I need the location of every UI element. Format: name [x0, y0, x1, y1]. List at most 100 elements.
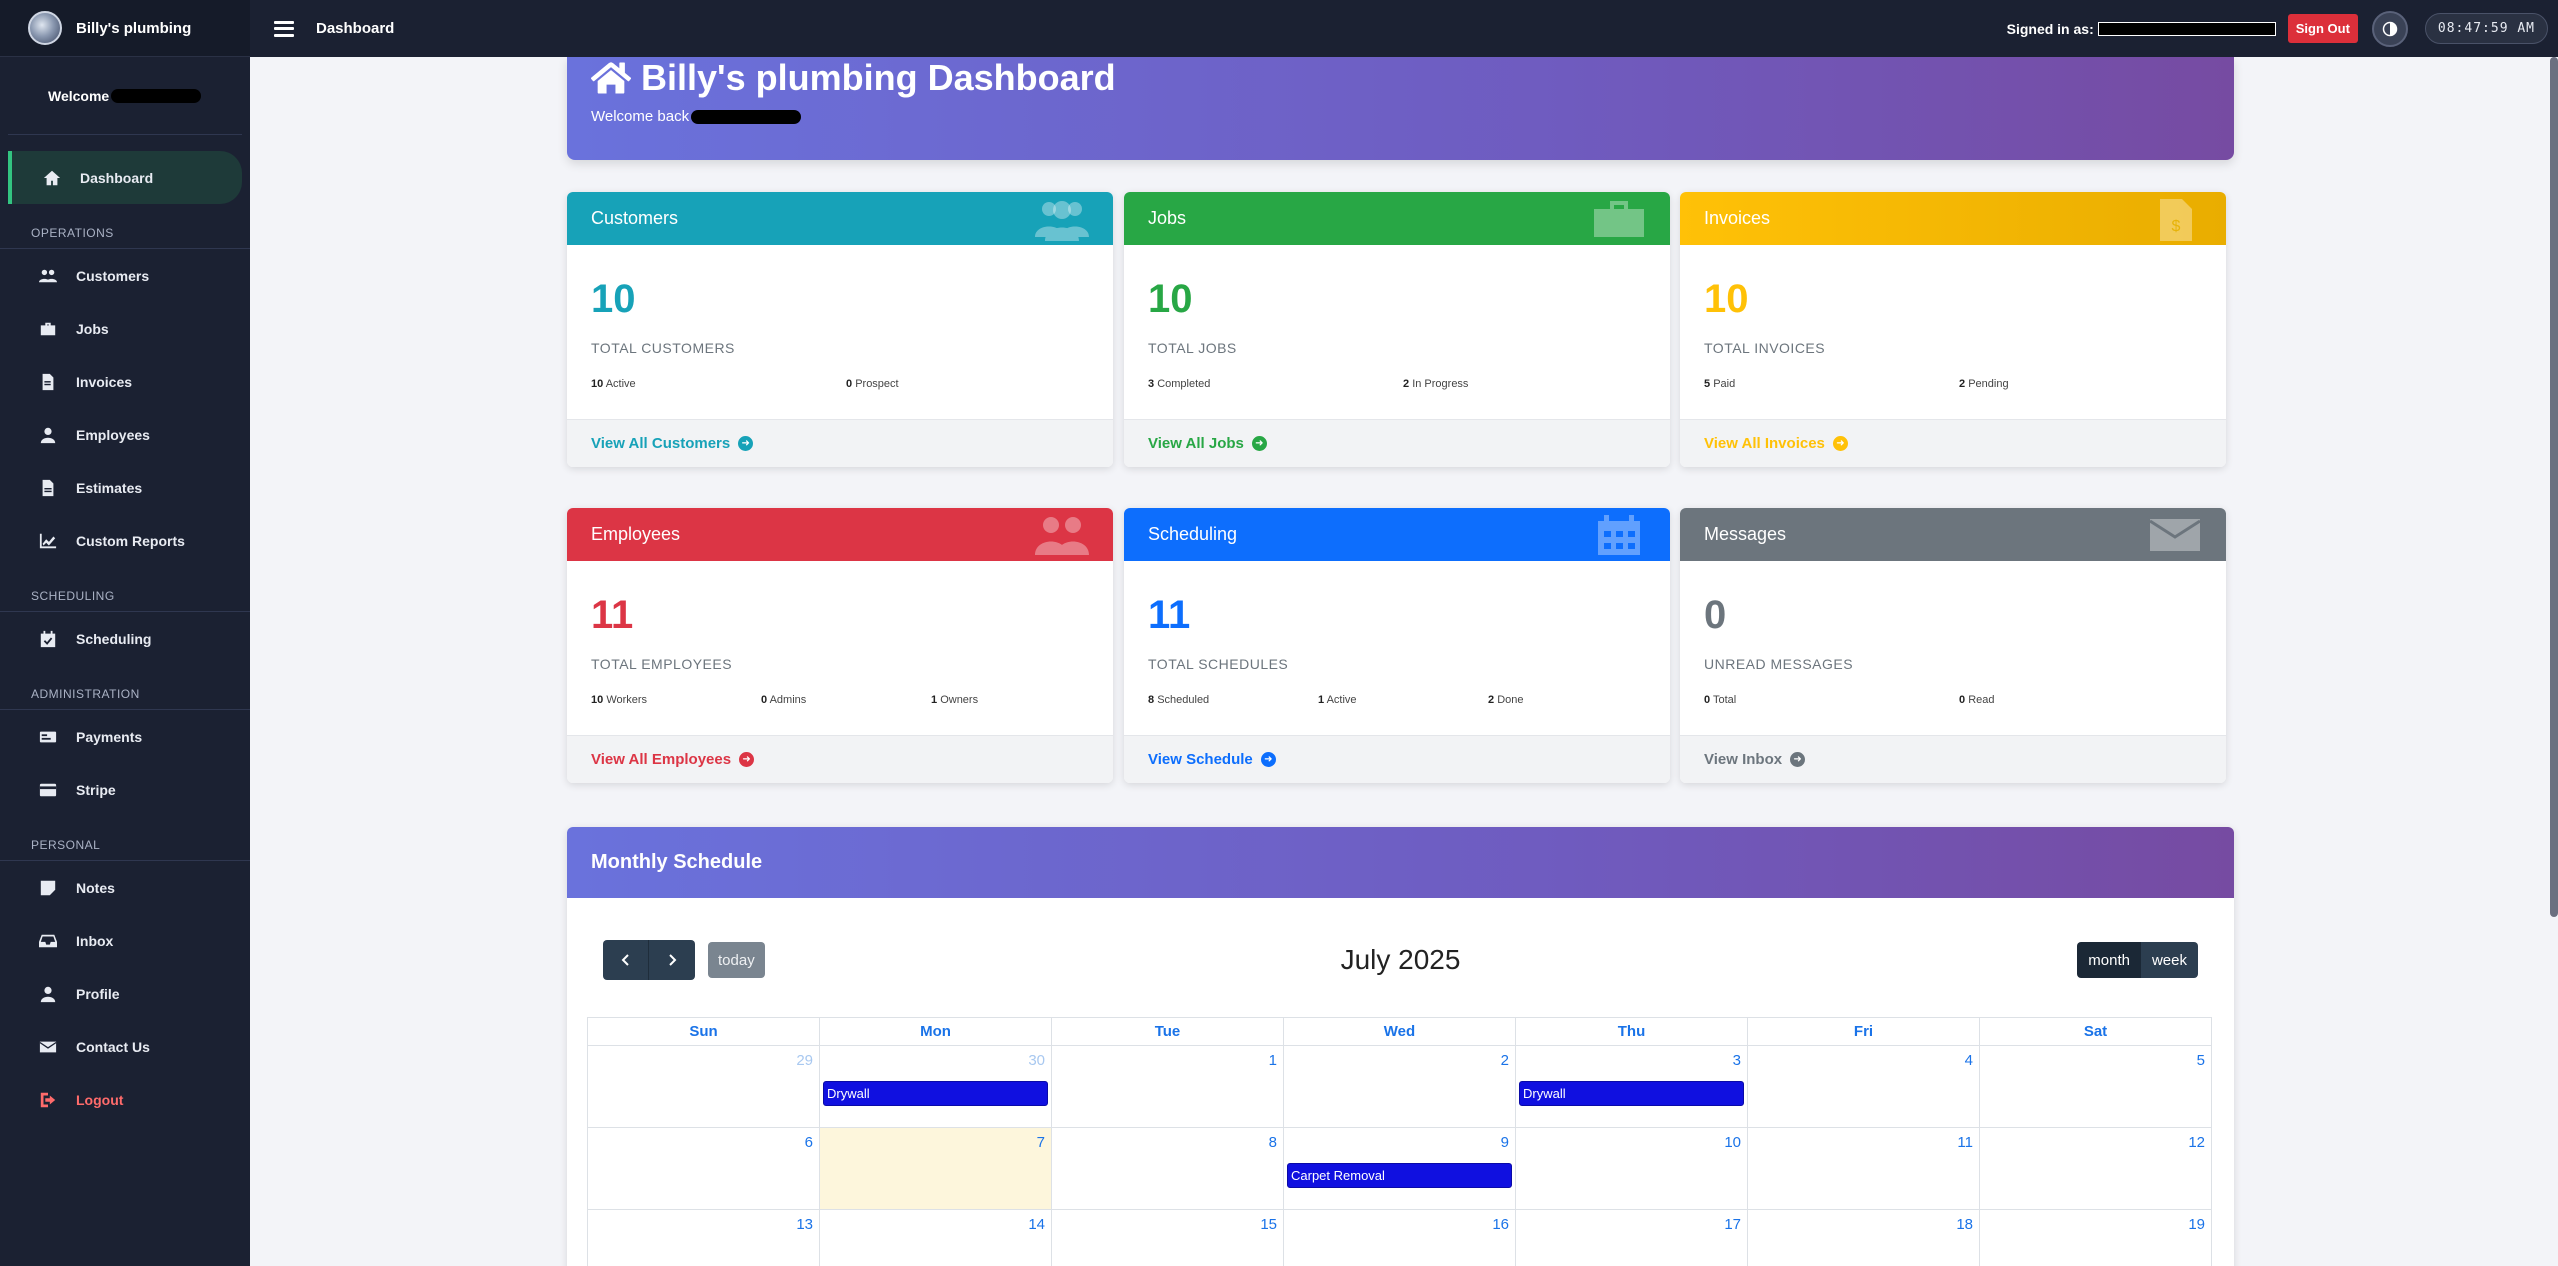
calendar-day[interactable]: 18: [1748, 1210, 1980, 1266]
day-number[interactable]: 5: [2197, 1052, 2205, 1069]
sidebar-item-stripe[interactable]: Stripe: [0, 763, 250, 816]
sidebar-item-employees[interactable]: Employees: [0, 408, 250, 461]
sidebar-item-scheduling[interactable]: Scheduling: [0, 612, 250, 665]
inbox-icon: [38, 931, 58, 951]
calendar-day[interactable]: 30 Drywall: [820, 1046, 1052, 1127]
sticky-note-icon: [38, 878, 58, 898]
day-number[interactable]: 14: [1028, 1216, 1045, 1233]
day-number[interactable]: 13: [796, 1216, 813, 1233]
day-number[interactable]: 19: [2188, 1216, 2205, 1233]
sidebar-item-contact-us[interactable]: Contact Us: [0, 1020, 250, 1073]
day-number[interactable]: 6: [805, 1134, 813, 1151]
day-number[interactable]: 1: [1269, 1052, 1277, 1069]
day-number[interactable]: 4: [1965, 1052, 1973, 1069]
calendar-toolbar: July 2025 today month week: [603, 940, 2198, 980]
sidebar-item-inbox[interactable]: Inbox: [0, 914, 250, 967]
sidebar-item-invoices[interactable]: Invoices: [0, 355, 250, 408]
day-number[interactable]: 29: [796, 1052, 813, 1069]
calendar-day[interactable]: 3 Drywall: [1516, 1046, 1748, 1127]
calendar-day[interactable]: 12: [1980, 1128, 2212, 1209]
calendar-day[interactable]: 9 Carpet Removal: [1284, 1128, 1516, 1209]
sidebar-item-label: Invoices: [76, 373, 133, 390]
chevron-left-icon: [621, 954, 629, 966]
day-number[interactable]: 12: [2188, 1134, 2205, 1151]
calendar-week: 13 14 15 16 17 18 19: [587, 1210, 2212, 1266]
calendar-day[interactable]: 5: [1980, 1046, 2212, 1127]
calendar-day[interactable]: 15: [1052, 1210, 1284, 1266]
calendar-day[interactable]: 14: [820, 1210, 1052, 1266]
day-number[interactable]: 2: [1501, 1052, 1509, 1069]
sidebar-item-label: Customers: [76, 267, 150, 284]
month-view-button[interactable]: month: [2077, 942, 2141, 978]
card-link-jobs[interactable]: View All Jobs ➜: [1124, 419, 1670, 467]
calendar-day[interactable]: 4: [1748, 1046, 1980, 1127]
day-number[interactable]: 3: [1733, 1052, 1741, 1069]
card-label: TOTAL EMPLOYEES: [591, 656, 733, 672]
card-link-employees[interactable]: View All Employees ➜: [567, 735, 1113, 783]
page-scrollbar[interactable]: [2550, 57, 2558, 917]
calendar-day[interactable]: 16: [1284, 1210, 1516, 1266]
card-title: Jobs: [1148, 208, 1187, 228]
card-link-customers[interactable]: View All Customers ➜: [567, 419, 1113, 467]
calendar-day[interactable]: 19: [1980, 1210, 2212, 1266]
sidebar-item-logout[interactable]: Logout: [0, 1073, 250, 1126]
today-button[interactable]: today: [708, 942, 765, 978]
calendar-day[interactable]: 1: [1052, 1046, 1284, 1127]
card-label: UNREAD MESSAGES: [1704, 656, 1854, 672]
sidebar-item-custom-reports[interactable]: Custom Reports: [0, 514, 250, 567]
card-link-messages[interactable]: View Inbox ➜: [1680, 735, 2226, 783]
sidebar-item-jobs[interactable]: Jobs: [0, 302, 250, 355]
main-content: Billy's plumbing Dashboard Welcome back …: [250, 57, 2550, 1266]
calendar-day[interactable]: 8: [1052, 1128, 1284, 1209]
signed-in-label: Signed in as:: [2006, 20, 2094, 37]
card-customers: Customers 10 TOTAL CUSTOMERS 10 Active 0 …: [567, 192, 1113, 467]
user-icon: [38, 984, 58, 1004]
sidebar-item-profile[interactable]: Profile: [0, 967, 250, 1020]
day-number[interactable]: 7: [1037, 1134, 1045, 1151]
calendar-event[interactable]: Drywall: [823, 1081, 1048, 1106]
day-number[interactable]: 17: [1724, 1216, 1741, 1233]
sign-out-button[interactable]: Sign Out: [2287, 14, 2358, 43]
sidebar-item-label: Estimates: [76, 479, 143, 496]
customers-header-icon: [1033, 197, 1091, 241]
calendar-day[interactable]: 6: [588, 1128, 820, 1209]
topbar-right: Signed in as: Sign Out 08:47:59 AM: [2007, 0, 2558, 57]
theme-toggle-icon[interactable]: [2371, 10, 2408, 47]
calendar-day[interactable]: 7: [820, 1128, 1052, 1209]
card-link-invoices[interactable]: View All Invoices ➜: [1680, 419, 2226, 467]
stat-paid: 5 Paid: [1704, 378, 1736, 390]
next-month-button[interactable]: [649, 940, 695, 980]
day-number[interactable]: 9: [1501, 1134, 1509, 1151]
brand-name: Billy's plumbing: [76, 19, 192, 37]
card-link-scheduling[interactable]: View Schedule ➜: [1124, 735, 1670, 783]
calendar-day[interactable]: 2: [1284, 1046, 1516, 1127]
calendar-day[interactable]: 13: [588, 1210, 820, 1266]
day-number[interactable]: 11: [1957, 1134, 1973, 1151]
day-number[interactable]: 18: [1956, 1216, 1973, 1233]
prev-month-button[interactable]: [603, 940, 649, 980]
calendar-day[interactable]: 10: [1516, 1128, 1748, 1209]
sidebar-item-notes[interactable]: Notes: [0, 861, 250, 914]
day-number[interactable]: 8: [1269, 1134, 1277, 1151]
hamburger-menu-icon[interactable]: [274, 20, 294, 37]
sidebar-item-customers[interactable]: Customers: [0, 249, 250, 302]
calendar-event[interactable]: Carpet Removal: [1287, 1163, 1512, 1188]
calendar-day[interactable]: 17: [1516, 1210, 1748, 1266]
card-header: Invoices $: [1680, 192, 2226, 245]
day-number[interactable]: 15: [1260, 1216, 1277, 1233]
week-view-button[interactable]: week: [2140, 942, 2198, 978]
calendar-day[interactable]: 11: [1748, 1128, 1980, 1209]
calendar-event[interactable]: Drywall: [1519, 1081, 1744, 1106]
day-number[interactable]: 16: [1492, 1216, 1509, 1233]
day-number[interactable]: 30: [1028, 1052, 1045, 1069]
sidebar-item-dashboard[interactable]: Dashboard: [8, 151, 242, 204]
brand[interactable]: Billy's plumbing: [0, 0, 250, 57]
sidebar-item-payments[interactable]: Payments: [0, 710, 250, 763]
arrow-circle-right-icon: ➜: [1832, 436, 1848, 451]
card-link-label: View Inbox: [1704, 751, 1783, 768]
card-header: Employees: [567, 508, 1113, 561]
card-label: TOTAL SCHEDULES: [1148, 656, 1289, 672]
day-number[interactable]: 10: [1724, 1134, 1741, 1151]
sidebar-item-estimates[interactable]: Estimates: [0, 461, 250, 514]
calendar-day[interactable]: 29: [588, 1046, 820, 1127]
